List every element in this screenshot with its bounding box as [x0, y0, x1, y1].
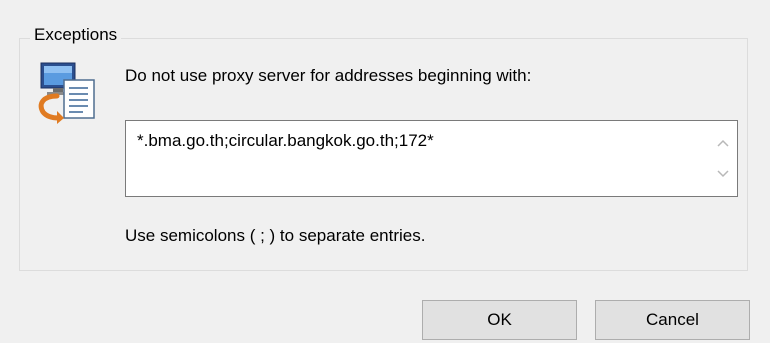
- cancel-button[interactable]: Cancel: [595, 300, 750, 340]
- scroll-down-button[interactable]: [709, 160, 737, 188]
- exceptions-legend: Exceptions: [30, 25, 122, 45]
- textarea-scrollbar[interactable]: [709, 121, 737, 196]
- semicolon-hint: Use semicolons ( ; ) to separate entries…: [125, 226, 426, 245]
- scroll-up-button[interactable]: [709, 129, 737, 157]
- proxy-exceptions-textarea[interactable]: *.bma.go.th;circular.bangkok.go.th;172*: [125, 120, 738, 197]
- proxy-exceptions-value[interactable]: *.bma.go.th;circular.bangkok.go.th;172*: [137, 131, 434, 151]
- ok-button[interactable]: OK: [422, 300, 577, 340]
- chevron-up-icon: [717, 139, 729, 147]
- chevron-down-icon: [717, 170, 729, 178]
- proxy-exceptions-description: Do not use proxy server for addresses be…: [125, 66, 532, 85]
- proxy-exception-icon: [35, 60, 105, 130]
